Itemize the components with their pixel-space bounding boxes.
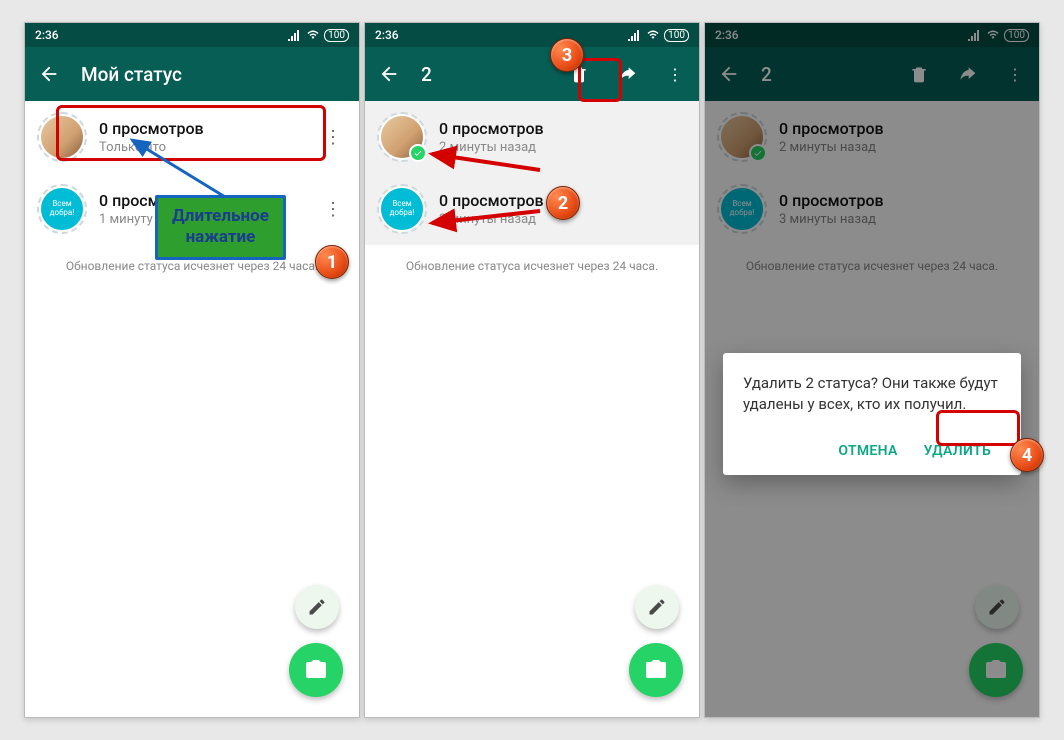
fab-text-status[interactable] xyxy=(295,585,339,629)
status-row[interactable]: Всем добра! 0 просмотров 3 минуты назад xyxy=(365,173,699,245)
status-avatar-photo xyxy=(379,114,425,160)
callout-tooltip-longpress: Длительное нажатие xyxy=(155,195,286,260)
fab-text-status[interactable] xyxy=(635,585,679,629)
clock: 2:36 xyxy=(35,28,288,42)
status-bar: 2:36 100 xyxy=(365,23,699,47)
status-row[interactable]: 0 просмотров 2 минуты назад xyxy=(365,101,699,173)
battery-icon: 100 xyxy=(324,29,349,42)
callout-badge-4: 4 xyxy=(1010,438,1044,472)
status-avatar-photo xyxy=(39,114,85,160)
status-avatar-text: Всем добра! xyxy=(39,186,85,232)
phone-screen-3: 2:36 100 2 ⋮ 0 просмотров xyxy=(704,22,1040,718)
row-text: 0 просмотров Только что xyxy=(99,119,307,155)
status-bar: 2:36 100 xyxy=(25,23,359,47)
callout-badge-1: 1 xyxy=(315,245,349,279)
signal-icon xyxy=(288,29,302,41)
fab-camera-status[interactable] xyxy=(289,643,343,697)
phone-screen-2: 2:36 100 2 ⋮ 0 просмотров xyxy=(364,22,700,718)
app-bar: Мой статус xyxy=(25,47,359,101)
dialog-confirm-button[interactable]: УДАЛИТЬ xyxy=(914,435,1001,467)
row-subtitle: Только что xyxy=(99,140,307,155)
signal-icon xyxy=(628,29,642,41)
page-title: Мой статус xyxy=(81,63,351,86)
status-avatar-text: Всем добра! xyxy=(379,186,425,232)
status-icons: 100 xyxy=(288,29,349,42)
selection-app-bar: 2 ⋮ xyxy=(365,47,699,101)
callout-badge-3: 3 xyxy=(550,38,584,72)
row-title: 0 просмотров xyxy=(99,119,307,138)
dialog-cancel-button[interactable]: ОТМЕНА xyxy=(828,435,907,467)
status-list: 0 просмотров 2 минуты назад Всем добра! … xyxy=(365,101,699,287)
overflow-menu-icon[interactable]: ⋮ xyxy=(659,58,691,90)
callout-badge-2: 2 xyxy=(546,186,580,220)
forward-button[interactable] xyxy=(611,58,643,90)
back-button[interactable] xyxy=(33,58,65,90)
row-subtitle: 2 минуты назад xyxy=(439,140,685,155)
fab-camera-status[interactable] xyxy=(629,643,683,697)
selected-check-icon xyxy=(409,144,427,162)
back-button[interactable] xyxy=(373,58,405,90)
battery-icon: 100 xyxy=(664,29,689,42)
delete-confirm-dialog: Удалить 2 статуса? Они также будут удале… xyxy=(723,353,1021,475)
status-row[interactable]: 0 просмотров Только что ⋮ xyxy=(25,101,359,173)
status-icons: 100 xyxy=(628,29,689,42)
row-title: 0 просмотров xyxy=(439,119,685,138)
row-overflow-icon[interactable]: ⋮ xyxy=(321,199,345,220)
row-text: 0 просмотров 2 минуты назад xyxy=(439,119,685,155)
dialog-message: Удалить 2 статуса? Они также будут удале… xyxy=(743,373,1001,415)
row-overflow-icon[interactable]: ⋮ xyxy=(321,127,345,148)
footer-note: Обновление статуса исчезнет через 24 час… xyxy=(365,245,699,287)
clock: 2:36 xyxy=(375,28,628,42)
selection-count: 2 xyxy=(421,63,432,86)
dialog-actions: ОТМЕНА УДАЛИТЬ xyxy=(743,435,1001,467)
wifi-icon xyxy=(306,29,320,41)
phone-screen-1: 2:36 100 Мой статус 0 просмотров Только … xyxy=(24,22,360,718)
wifi-icon xyxy=(646,29,660,41)
